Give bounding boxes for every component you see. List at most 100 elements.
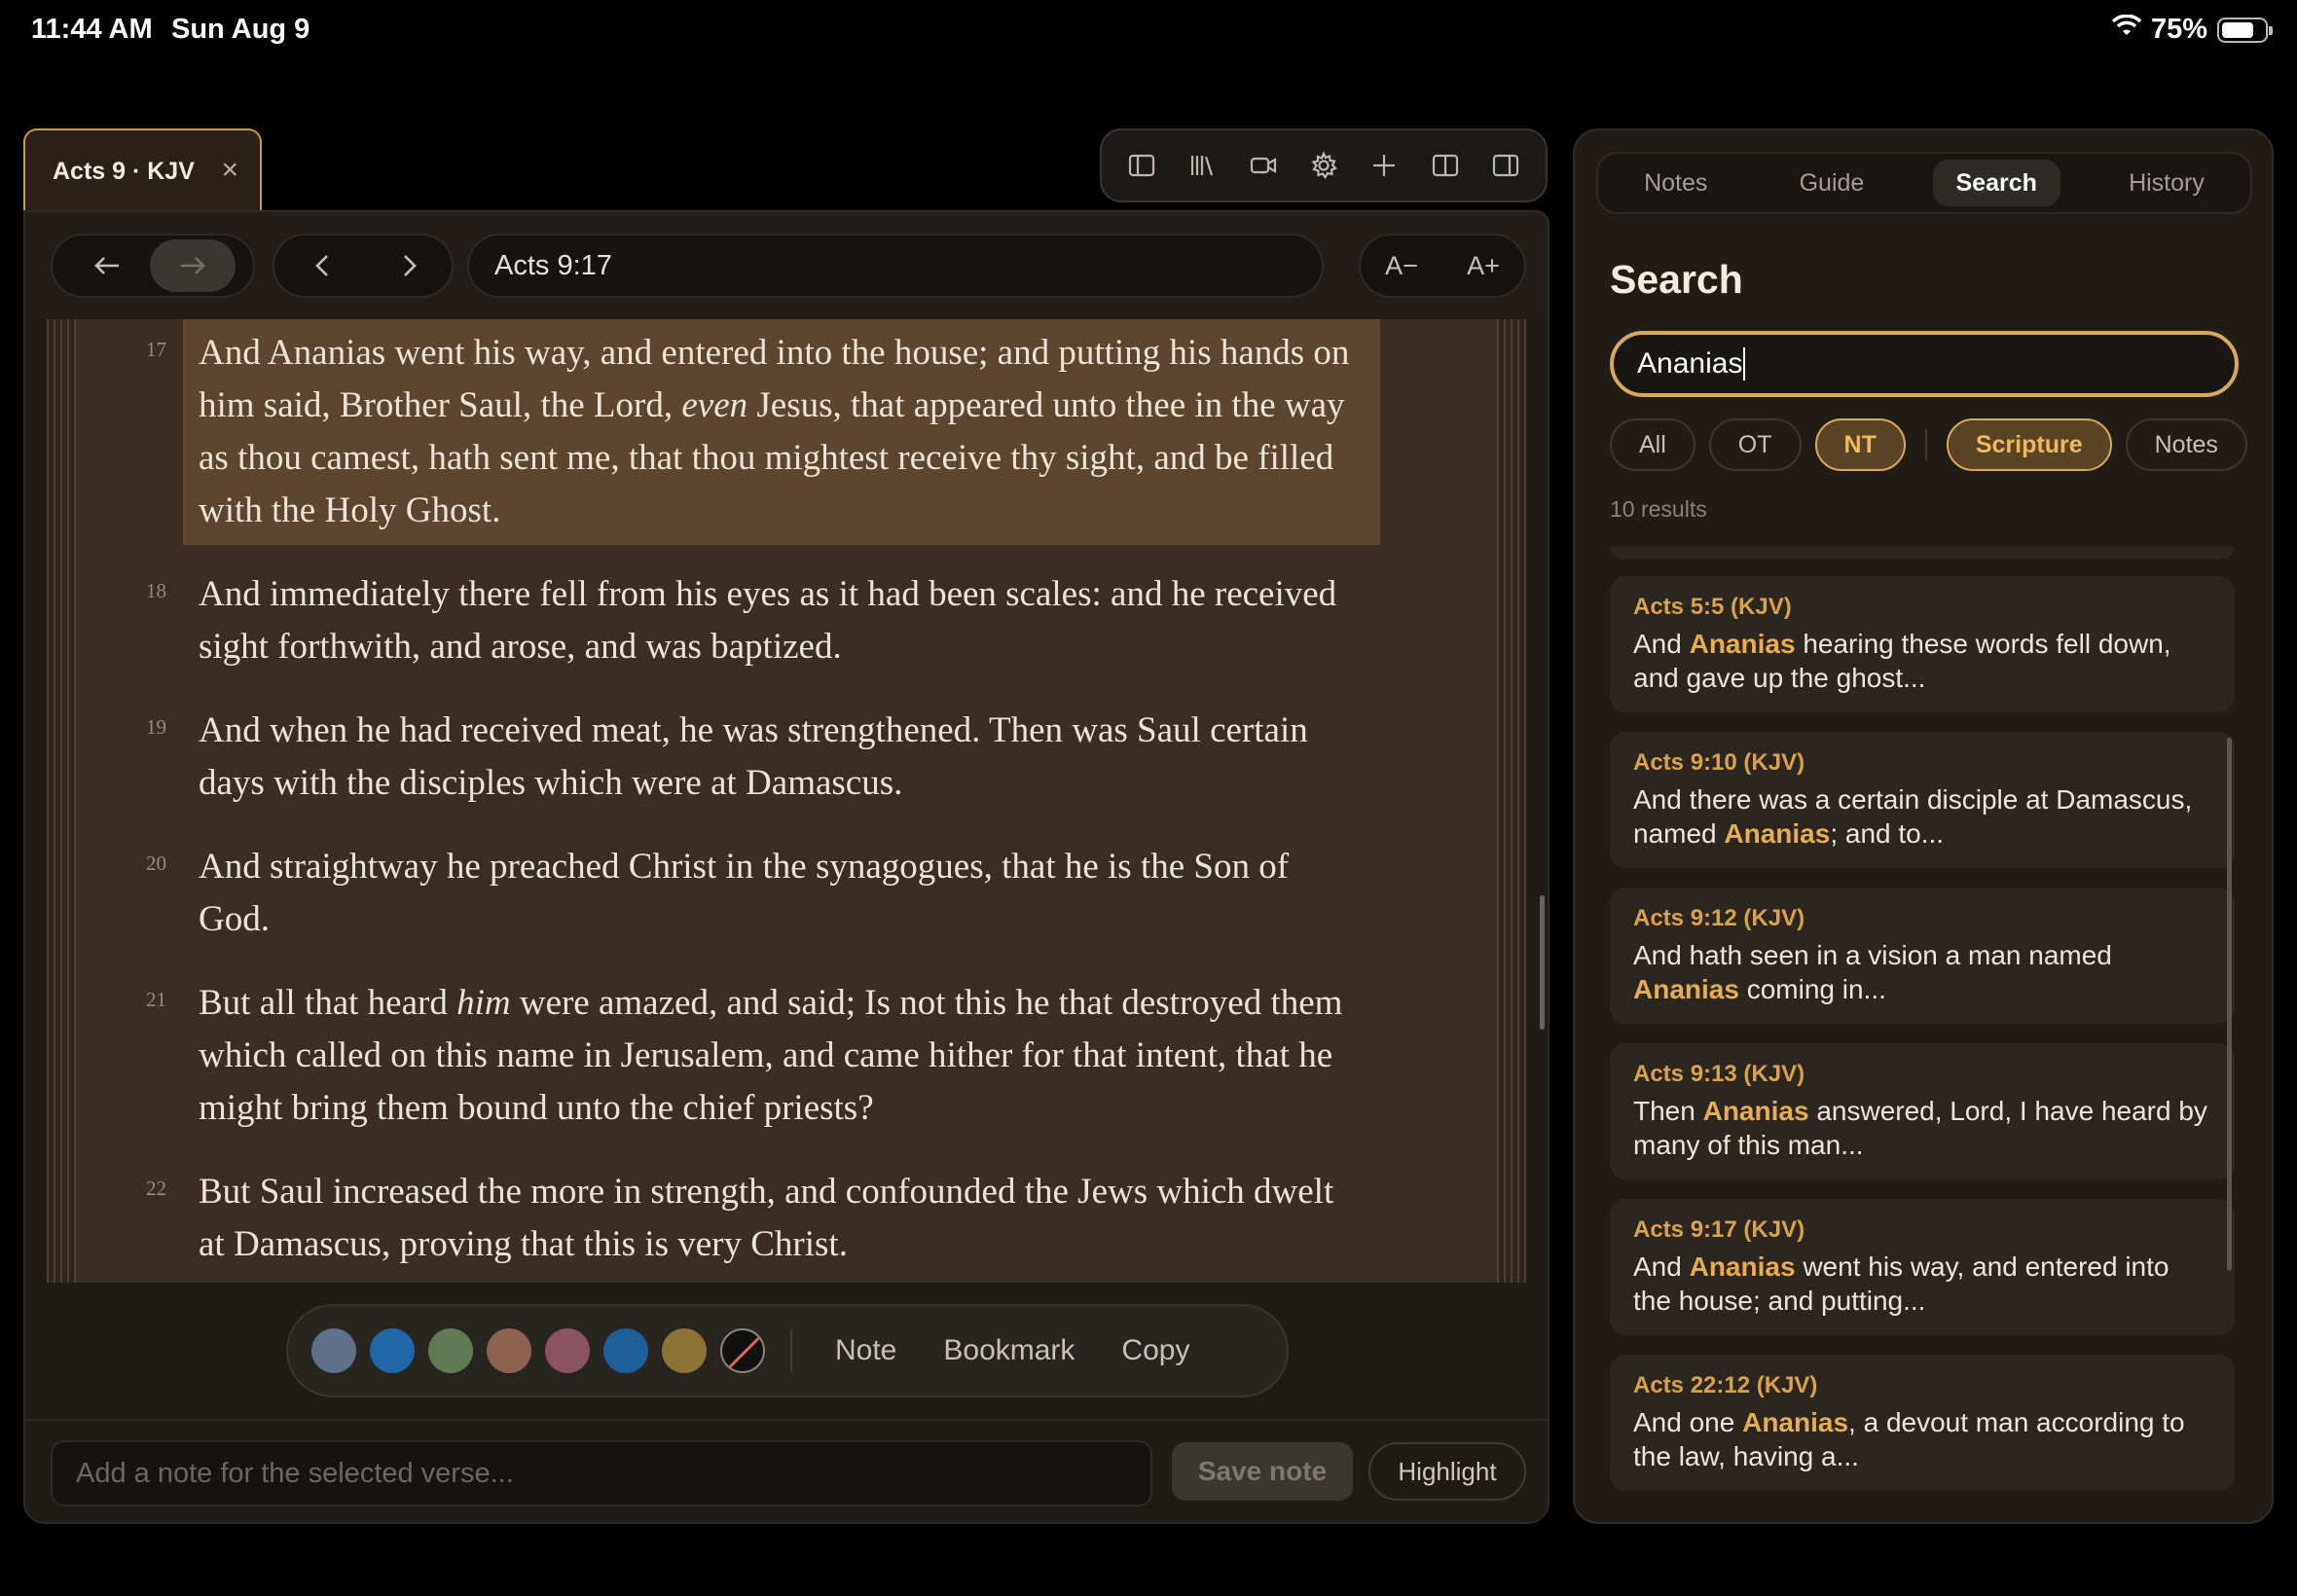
font-decrease-button[interactable]: A− <box>1385 251 1418 281</box>
document-tab[interactable]: Acts 9 · KJV × <box>23 128 262 212</box>
snippet-text: And one <box>1633 1407 1743 1437</box>
verse[interactable]: 18 And immediately there fell from his ey… <box>146 561 1380 681</box>
status-date: Sun Aug 9 <box>171 14 310 45</box>
text-caret <box>1743 347 1746 381</box>
verse-text: But all that heard <box>199 983 457 1023</box>
highlight-color-swatch[interactable] <box>370 1328 415 1373</box>
filter-scripture-chip[interactable]: Scripture <box>1946 418 2112 471</box>
verse-number: 22 <box>146 1177 166 1200</box>
search-result-card[interactable]: Acts 9:12 (KJV) And hath seen in a vision… <box>1610 888 2235 1024</box>
snippet-text: ; and to... <box>1830 818 1945 849</box>
status-indicators: 75% <box>2111 14 2273 46</box>
highlight-button[interactable]: Highlight <box>1368 1442 1526 1501</box>
snippet-text: And <box>1633 629 1690 659</box>
previous-chapter-chevron-icon[interactable] <box>280 239 366 292</box>
reader-pane: Acts 9:17 A− A+ 17 And Ananias went his w… <box>23 210 1550 1524</box>
copy-button[interactable]: Copy <box>1121 1334 1189 1367</box>
video-icon[interactable] <box>1242 144 1285 187</box>
result-reference: Acts 22:12 (KJV) <box>1633 1372 1818 1398</box>
verse[interactable]: 21 But all that heard him were amazed, an… <box>146 969 1380 1143</box>
reader-bottom-area: Note Bookmark Copy Add a note for the se… <box>25 1283 1548 1522</box>
search-match: Ananias <box>1689 1251 1796 1282</box>
result-reference: Acts 9:17 (KJV) <box>1633 1216 1805 1243</box>
save-note-button[interactable]: Save note <box>1172 1442 1353 1501</box>
battery-percent: 75% <box>2150 14 2207 45</box>
note-row: Add a note for the selected verse... Sav… <box>25 1419 1548 1522</box>
snippet-text: coming in... <box>1738 974 1886 1004</box>
filter-notes-chip[interactable]: Notes <box>2125 418 2247 471</box>
note-input[interactable]: Add a note for the selected verse... <box>51 1440 1152 1506</box>
search-result-card[interactable]: Acts 22:12 (KJV) And one Ananias, a devou… <box>1610 1355 2235 1491</box>
side-panel-tabs: Notes Guide Search History <box>1596 152 2252 214</box>
verse[interactable]: 19 And when he had received meat, he was … <box>146 697 1380 817</box>
font-increase-button[interactable]: A+ <box>1467 251 1500 281</box>
result-snippet: And Ananias went his way, and entered in… <box>1633 1250 2211 1318</box>
search-match: Ananias <box>1742 1407 1849 1437</box>
close-tab-icon[interactable]: × <box>221 156 238 185</box>
search-result-card[interactable]: Acts 9:13 (KJV) Then Ananias answered, Lo… <box>1610 1043 2235 1179</box>
verse-italic-word: him <box>456 983 511 1023</box>
snippet-text: And <box>1633 1251 1690 1282</box>
verse-text: And when he had received meat, he was st… <box>199 710 1308 803</box>
verse[interactable]: 22 But Saul increased the more in strengt… <box>146 1158 1380 1279</box>
result-reference: Acts 9:12 (KJV) <box>1633 905 1805 931</box>
result-card-partial[interactable] <box>1610 547 2235 559</box>
verse-number: 18 <box>146 579 166 602</box>
note-button[interactable]: Note <box>835 1334 896 1367</box>
next-chapter-chevron-icon[interactable] <box>366 239 452 292</box>
forward-arrow-icon[interactable] <box>150 239 236 292</box>
history-nav-group <box>51 234 255 298</box>
reader-scrollbar[interactable] <box>1540 895 1545 1030</box>
search-result-card[interactable]: Acts 9:10 (KJV) And there was a certain d… <box>1610 732 2235 868</box>
back-arrow-icon[interactable] <box>64 239 150 292</box>
highlight-color-swatch[interactable] <box>662 1328 707 1373</box>
filter-nt-chip[interactable]: NT <box>1814 418 1906 471</box>
verse-number: 21 <box>146 988 166 1011</box>
highlight-color-swatch[interactable] <box>603 1328 648 1373</box>
chapter-nav-group <box>273 234 454 298</box>
battery-icon <box>2217 17 2273 43</box>
search-filters: All OT NT Scripture Notes <box>1610 418 2261 471</box>
tab-history[interactable]: History <box>2105 160 2228 206</box>
reader-navbar: Acts 9:17 A− A+ <box>25 212 1548 319</box>
result-reference: Acts 9:10 (KJV) <box>1633 749 1805 776</box>
verse-number: 20 <box>146 852 166 875</box>
verse-number: 19 <box>146 715 166 739</box>
search-query: Ananias <box>1637 347 1743 380</box>
highlight-color-swatch[interactable] <box>428 1328 473 1373</box>
result-count: 10 results <box>1610 496 1707 522</box>
tab-guide[interactable]: Guide <box>1776 160 1888 206</box>
verse-text: And immediately there fell from his eyes… <box>199 574 1337 667</box>
result-snippet: Then Ananias answered, Lord, I have hear… <box>1633 1094 2211 1162</box>
filter-ot-chip[interactable]: OT <box>1708 418 1802 471</box>
clear-highlight-icon[interactable] <box>720 1328 765 1373</box>
result-reference: Acts 5:5 (KJV) <box>1633 594 1792 620</box>
status-time: 11:44 AM <box>31 14 153 45</box>
highlight-color-swatch[interactable] <box>311 1328 356 1373</box>
tab-search[interactable]: Search <box>1932 160 2060 206</box>
highlight-divider <box>790 1329 792 1372</box>
bookmark-button[interactable]: Bookmark <box>943 1334 1075 1367</box>
search-input[interactable]: Ananias <box>1610 331 2239 397</box>
verse-number: 17 <box>146 338 166 361</box>
battery-fill <box>2222 21 2253 38</box>
snippet-text: Then <box>1633 1096 1703 1126</box>
sidebar-left-icon[interactable] <box>1120 144 1163 187</box>
library-icon[interactable] <box>1181 144 1223 187</box>
verse[interactable]: 20 And straightway he preached Christ in … <box>146 833 1380 954</box>
results-scrollbar[interactable] <box>2227 738 2232 1271</box>
sidebar-right-icon[interactable] <box>1484 144 1527 187</box>
search-result-card[interactable]: Acts 9:17 (KJV) And Ananias went his way,… <box>1610 1199 2235 1335</box>
search-result-card[interactable]: Acts 5:5 (KJV) And Ananias hearing these … <box>1610 576 2235 712</box>
verse-italic-word: even <box>681 385 748 425</box>
highlight-color-swatch[interactable] <box>487 1328 531 1373</box>
page-edge-right <box>1497 319 1526 1283</box>
plus-icon[interactable] <box>1363 144 1405 187</box>
split-view-icon[interactable] <box>1424 144 1467 187</box>
highlight-color-swatch[interactable] <box>545 1328 590 1373</box>
gear-icon[interactable] <box>1302 144 1345 187</box>
filter-all-chip[interactable]: All <box>1610 418 1695 471</box>
tab-notes[interactable]: Notes <box>1621 160 1731 206</box>
verse-selected[interactable]: 17 And Ananias went his way, and entered … <box>146 319 1380 545</box>
reference-input[interactable]: Acts 9:17 <box>467 234 1324 298</box>
